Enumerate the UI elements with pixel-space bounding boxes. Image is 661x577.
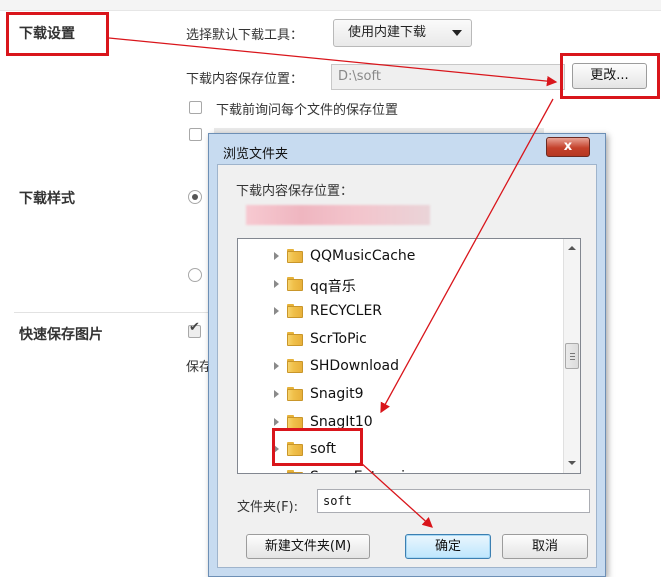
divider [14, 312, 212, 313]
section-title-download-style: 下载样式 [19, 191, 75, 207]
download-tool-select[interactable]: 使用内建下载 [333, 19, 472, 47]
folder-tree-item[interactable]: ScrToPic [238, 328, 568, 352]
folder-name: SHDownload [310, 358, 400, 375]
close-icon[interactable]: x [546, 137, 590, 157]
browse-folder-dialog: 浏览文件夹 x 下载内容保存位置： QQMusicCache qq音乐 RECYCL… [208, 133, 606, 577]
check-icon: ✔ [189, 320, 200, 335]
section-title-quick-save: 快速保存图片 [19, 327, 103, 343]
ok-button[interactable]: 确定 [405, 534, 491, 559]
top-divider [0, 0, 661, 11]
folder-icon [287, 276, 303, 292]
folder-icon [287, 359, 303, 374]
folder-icon [287, 469, 303, 473]
download-tool-select-value: 使用内建下载 [348, 25, 427, 40]
change-button[interactable]: 更改... [572, 63, 647, 89]
folder-tree-item[interactable]: Snagit9 [238, 383, 568, 407]
download-style-radio-1[interactable] [188, 190, 202, 204]
choose-tool-label: 选择默认下载工具： [186, 28, 304, 43]
redacted-path [246, 205, 430, 225]
folder-icon [287, 249, 303, 264]
folder-tree-item[interactable]: SogouExtension [238, 466, 568, 473]
folder-name: Snagit9 [310, 386, 364, 402]
folder-tree-item[interactable]: QQMusicCache [238, 245, 568, 269]
dialog-heading: 下载内容保存位置： [236, 184, 354, 199]
folder-tree-item[interactable]: RECYCLER [238, 300, 568, 324]
folder-icon [287, 387, 303, 402]
folder-name-input[interactable]: soft [317, 489, 590, 513]
folder-tree[interactable]: QQMusicCache qq音乐 RECYCLER ScrToPic SHDownlo… [237, 238, 581, 474]
chevron-down-icon [452, 30, 462, 36]
ask-each-file-label: 下载前询问每个文件的保存位置 [216, 103, 399, 118]
folder-tree-item[interactable]: qq音乐 [238, 273, 568, 297]
folder-icon [287, 331, 303, 347]
save-location-label: 下载内容保存位置： [186, 72, 304, 87]
expand-arrow-icon[interactable] [274, 472, 279, 473]
folder-name: qq音乐 [310, 278, 356, 295]
scroll-down-icon[interactable] [568, 461, 576, 465]
scroll-up-icon[interactable] [568, 246, 576, 250]
cancel-button[interactable]: 取消 [502, 534, 588, 559]
section-title-download-settings: 下载设置 [19, 26, 75, 42]
folder-icon [287, 304, 303, 319]
download-style-radio-2[interactable] [188, 268, 202, 282]
folder-name: SogouExtension [310, 469, 423, 473]
annotation-box-soft-folder [272, 428, 363, 466]
folder-name: QQMusicCache [310, 248, 416, 264]
expand-arrow-icon[interactable] [274, 417, 279, 426]
dialog-title: 浏览文件夹 [223, 147, 289, 162]
resume-download-checkbox[interactable] [189, 128, 202, 141]
dialog-body: 下载内容保存位置： QQMusicCache qq音乐 RECYCLER ScrToP… [217, 164, 597, 568]
expand-arrow-icon[interactable] [274, 307, 279, 316]
expand-arrow-icon[interactable] [274, 362, 279, 371]
save-location-field[interactable]: D:\soft [331, 64, 565, 90]
expand-arrow-icon[interactable] [274, 252, 279, 260]
folder-name: RECYCLER [310, 303, 383, 320]
scroll-thumb[interactable] [565, 343, 579, 369]
expand-arrow-icon[interactable] [274, 279, 279, 288]
expand-arrow-icon[interactable] [274, 390, 279, 398]
folder-name: ScrToPic [310, 330, 367, 347]
tree-scrollbar[interactable] [563, 239, 580, 473]
new-folder-button[interactable]: 新建文件夹(M) [246, 534, 370, 559]
ask-each-file-checkbox[interactable] [189, 101, 202, 114]
folder-field-label: 文件夹(F): [237, 500, 299, 515]
folder-tree-item[interactable]: SHDownload [238, 355, 568, 379]
